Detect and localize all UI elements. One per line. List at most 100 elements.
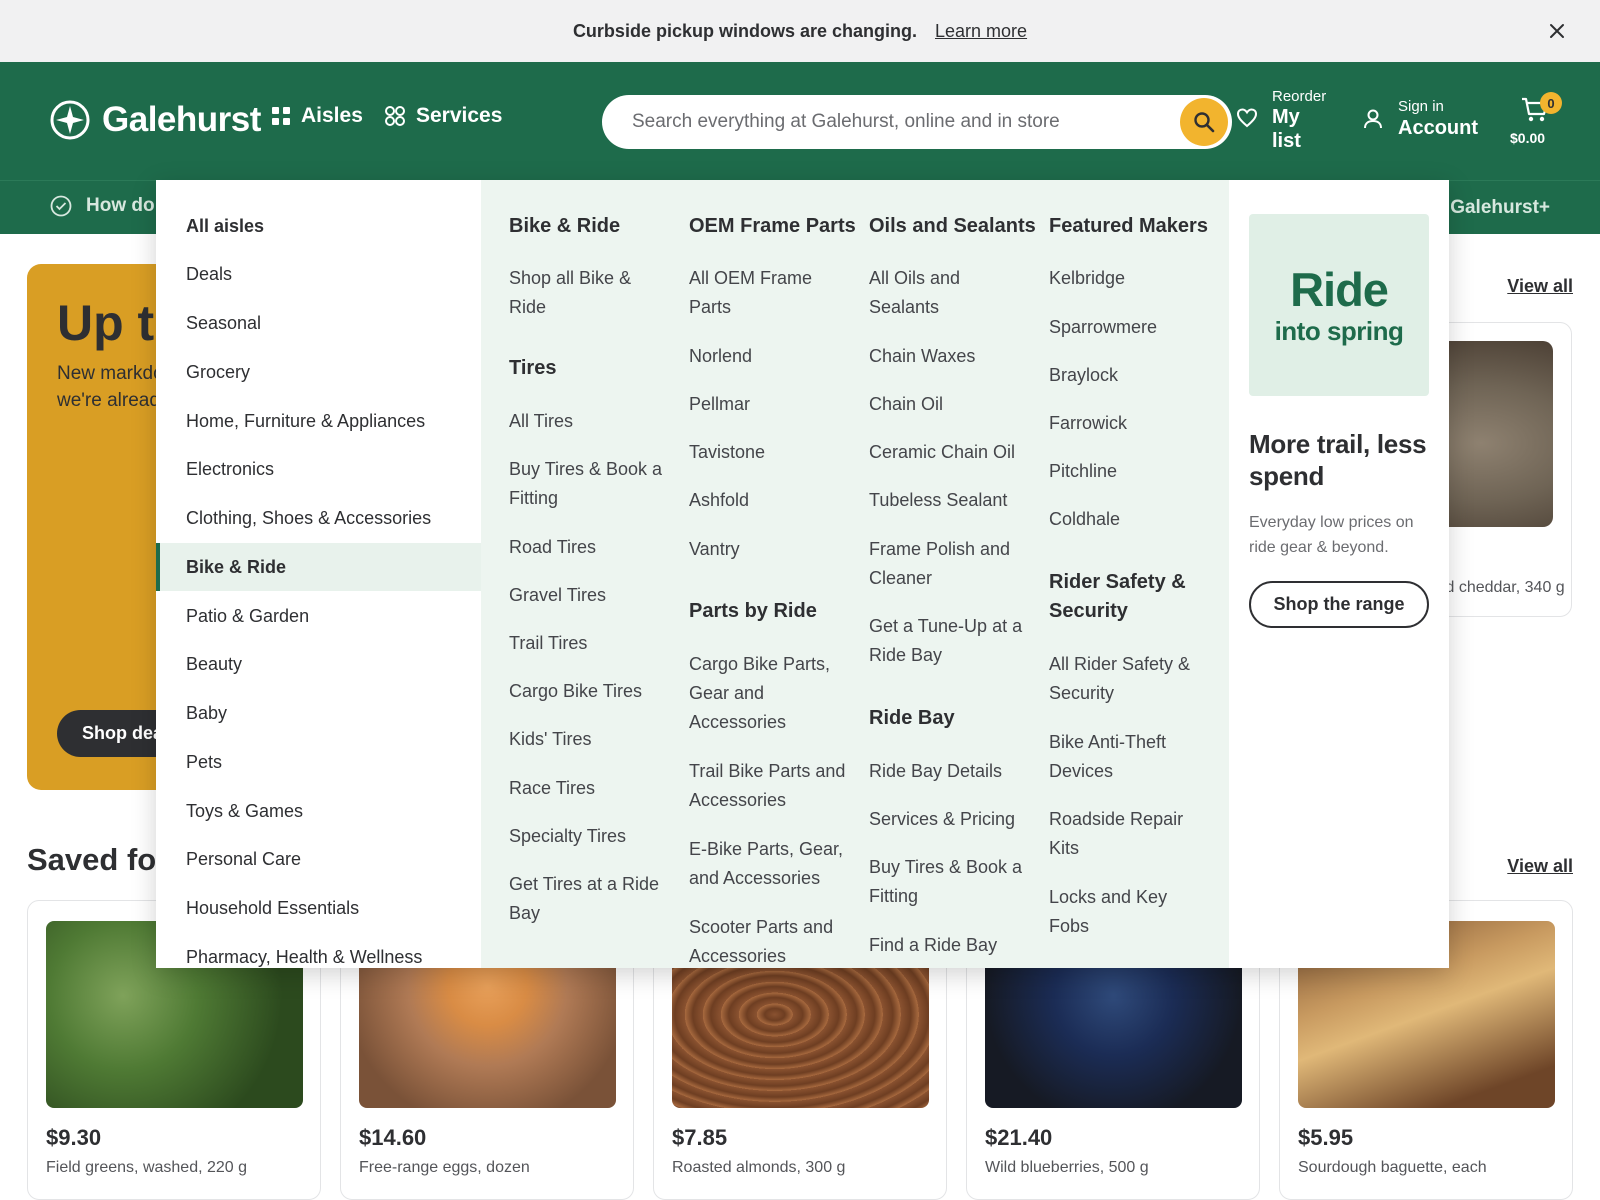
services-icon bbox=[385, 106, 405, 126]
cart-total: $0.00 bbox=[1510, 130, 1546, 146]
menu-link[interactable]: All OEM Frame Parts bbox=[689, 264, 819, 322]
aisle-home-furniture[interactable]: Home, Furniture & Appliances bbox=[156, 397, 481, 445]
subnav-galehurst-plus[interactable]: Galehurst+ bbox=[1450, 197, 1550, 219]
aisle-household[interactable]: Household Essentials bbox=[156, 884, 481, 932]
aisle-grocery[interactable]: Grocery bbox=[156, 348, 481, 396]
menu-link[interactable]: Trail Tires bbox=[509, 629, 587, 658]
product-name: Sourdough baguette, each bbox=[1298, 1159, 1487, 1176]
menu-link[interactable]: Locks and Key Fobs bbox=[1049, 883, 1169, 941]
menu-link[interactable]: Road Tires bbox=[509, 533, 596, 562]
menu-link[interactable]: Scooter Parts and Accessories bbox=[689, 913, 839, 968]
menu-link[interactable]: Ashfold bbox=[689, 486, 749, 515]
menu-link[interactable]: Buy Tires & Book a Fitting bbox=[869, 853, 1029, 911]
services-button[interactable]: Services bbox=[384, 104, 502, 128]
aisle-patio-garden[interactable]: Patio & Garden bbox=[156, 592, 481, 640]
logo[interactable]: Galehurst bbox=[50, 100, 261, 140]
column-heading[interactable]: Featured Makers bbox=[1049, 212, 1208, 241]
subnav-how-do[interactable]: How do bbox=[50, 195, 155, 217]
cart-count-badge: 0 bbox=[1540, 92, 1562, 114]
aisles-label: Aisles bbox=[301, 104, 363, 127]
view-all-link-saved[interactable]: View all bbox=[1507, 856, 1573, 877]
search-input[interactable] bbox=[602, 95, 1182, 149]
view-all-link-top[interactable]: View all bbox=[1507, 276, 1573, 297]
close-banner-button[interactable] bbox=[1546, 20, 1568, 42]
menu-link[interactable]: Get Tires at a Ride Bay bbox=[509, 870, 664, 928]
menu-link[interactable]: All Oils and Sealants bbox=[869, 264, 989, 322]
reorder-my-list[interactable]: Reorder My list bbox=[1236, 88, 1326, 153]
menu-link[interactable]: Ceramic Chain Oil bbox=[869, 438, 1015, 467]
menu-link[interactable]: Race Tires bbox=[509, 774, 595, 803]
menu-link[interactable]: All Tires bbox=[509, 407, 573, 436]
user-icon bbox=[1364, 109, 1382, 129]
column-heading[interactable]: Rider Safety & Security bbox=[1049, 568, 1209, 626]
menu-link[interactable]: Cargo Bike Parts, Gear and Accessories bbox=[689, 650, 834, 737]
menu-link[interactable]: Specialty Tires bbox=[509, 822, 626, 851]
aisle-deals[interactable]: Deals bbox=[156, 250, 481, 298]
menu-link[interactable]: E-Bike Parts, Gear, and Accessories bbox=[689, 835, 844, 893]
product-price: $9.30 bbox=[46, 1125, 102, 1150]
column-heading[interactable]: Tires bbox=[509, 354, 556, 383]
product-name: Field greens, washed, 220 g bbox=[46, 1159, 248, 1176]
column-heading[interactable]: Bike & Ride bbox=[509, 212, 620, 241]
aisle-beauty[interactable]: Beauty bbox=[156, 640, 481, 688]
menu-link[interactable]: Shop all Bike & Ride bbox=[509, 264, 649, 322]
ride-into-spring-tile[interactable]: Ride into spring bbox=[1249, 214, 1429, 396]
menu-link[interactable]: Cargo Bike Tires bbox=[509, 677, 642, 706]
menu-link[interactable]: Tubeless Sealant bbox=[869, 486, 1007, 515]
menu-link[interactable]: Braylock bbox=[1049, 361, 1118, 390]
menu-link[interactable]: Buy Tires & Book a Fitting bbox=[509, 455, 669, 513]
menu-link[interactable]: Coldhale bbox=[1049, 505, 1120, 534]
aisle-all-aisles[interactable]: All aisles bbox=[156, 202, 481, 250]
aisle-bike-ride[interactable]: Bike & Ride bbox=[156, 543, 481, 591]
menu-link[interactable]: Gravel Tires bbox=[509, 581, 606, 610]
search-icon bbox=[1194, 112, 1215, 133]
reorder-label: Reorder bbox=[1272, 88, 1327, 105]
menu-link[interactable]: Pitchline bbox=[1049, 457, 1117, 486]
column-heading[interactable]: OEM Frame Parts bbox=[689, 212, 856, 241]
aisle-electronics[interactable]: Electronics bbox=[156, 445, 481, 493]
column-heading[interactable]: Parts by Ride bbox=[689, 597, 817, 626]
column-heading[interactable]: Ride Bay bbox=[869, 704, 955, 733]
menu-link[interactable]: Roadside Repair Kits bbox=[1049, 805, 1189, 863]
ride-tile-title: Ride bbox=[1290, 263, 1389, 316]
aisle-pharmacy[interactable]: Pharmacy, Health & Wellness bbox=[156, 933, 481, 968]
menu-link[interactable]: Farrowick bbox=[1049, 409, 1127, 438]
aisles-list: All aisles Deals Seasonal Grocery Home, … bbox=[156, 180, 481, 968]
product-name: Roasted almonds, 300 g bbox=[672, 1159, 846, 1176]
aisle-pets[interactable]: Pets bbox=[156, 738, 481, 786]
aisle-toys-games[interactable]: Toys & Games bbox=[156, 787, 481, 835]
menu-link[interactable]: Vantry bbox=[689, 535, 740, 564]
menu-link[interactable]: Frame Polish and Cleaner bbox=[869, 535, 1019, 593]
menu-link[interactable]: Services & Pricing bbox=[869, 805, 1015, 834]
product-name: Wild blueberries, 500 g bbox=[985, 1159, 1149, 1176]
menu-link[interactable]: Kids' Tires bbox=[509, 725, 591, 754]
menu-link[interactable]: All Rider Safety & Security bbox=[1049, 650, 1209, 708]
my-list-label: My list bbox=[1272, 106, 1301, 152]
aisle-clothing[interactable]: Clothing, Shoes & Accessories bbox=[156, 494, 481, 542]
menu-link[interactable]: Pellmar bbox=[689, 390, 750, 419]
shop-the-range-button[interactable]: Shop the range bbox=[1249, 581, 1429, 628]
learn-more-link[interactable]: Learn more bbox=[935, 21, 1027, 42]
product-price: $7.85 bbox=[672, 1125, 728, 1150]
heart-icon bbox=[1236, 108, 1258, 128]
menu-link[interactable]: Tavistone bbox=[689, 438, 765, 467]
menu-link[interactable]: Sparrowmere bbox=[1049, 313, 1157, 342]
aisle-personal-care[interactable]: Personal Care bbox=[156, 835, 481, 883]
menu-link[interactable]: Norlend bbox=[689, 342, 752, 371]
column-heading[interactable]: Oils and Sealants bbox=[869, 212, 1036, 241]
account-button[interactable]: Sign in Account bbox=[1362, 98, 1478, 140]
aisle-seasonal[interactable]: Seasonal bbox=[156, 299, 481, 347]
cart-button[interactable]: 0 $0.00 bbox=[1508, 92, 1572, 148]
menu-link[interactable]: Ride Bay Details bbox=[869, 757, 1002, 786]
aisle-baby[interactable]: Baby bbox=[156, 689, 481, 737]
search-button[interactable] bbox=[1180, 98, 1228, 146]
menu-link[interactable]: Chain Oil bbox=[869, 390, 943, 419]
menu-link[interactable]: Trail Bike Parts and Accessories bbox=[689, 757, 854, 815]
menu-link[interactable]: Get a Tune-Up at a Ride Bay bbox=[869, 612, 1029, 670]
menu-link[interactable]: Chain Waxes bbox=[869, 342, 975, 371]
menu-link[interactable]: Find a Ride Bay bbox=[869, 931, 997, 960]
aisles-button[interactable]: Aisles bbox=[271, 104, 363, 128]
menu-link[interactable]: Bike Anti-Theft Devices bbox=[1049, 728, 1189, 786]
check-circle-icon bbox=[50, 195, 72, 217]
menu-link[interactable]: Kelbridge bbox=[1049, 264, 1125, 293]
